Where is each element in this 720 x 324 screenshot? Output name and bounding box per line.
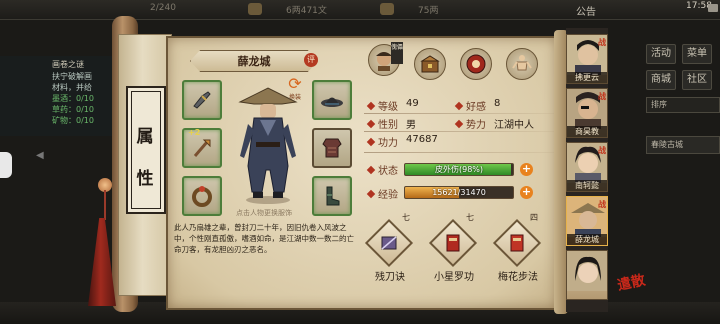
gold-text: 75两 bbox=[418, 6, 439, 16]
quest-title: 画卷之谜 bbox=[52, 60, 84, 69]
faction-label: 势力 bbox=[466, 120, 486, 131]
skill-level: 七 bbox=[402, 213, 410, 222]
armor-icon bbox=[322, 138, 342, 158]
money-text: 6两471文 bbox=[286, 6, 327, 16]
battle-mark: 战 bbox=[598, 38, 606, 47]
enhance-badge: +2 bbox=[188, 128, 201, 137]
quest-line: 材料，并给 bbox=[52, 83, 92, 92]
level-value: 49 bbox=[406, 98, 419, 109]
skill-name: 残刀诀 bbox=[375, 272, 405, 283]
ring-icon bbox=[192, 186, 212, 207]
taiji-icon bbox=[466, 54, 486, 74]
hat-slot[interactable] bbox=[312, 80, 352, 120]
qq-icon[interactable] bbox=[0, 152, 12, 178]
announcement-button[interactable]: 公告 bbox=[576, 3, 596, 18]
body-training-button[interactable] bbox=[506, 48, 538, 80]
community-button[interactable]: 社区 bbox=[682, 70, 712, 90]
health-state-bar: 皮外伤(98%) bbox=[404, 163, 514, 176]
body-icon bbox=[512, 55, 532, 71]
rate-button[interactable]: 评 bbox=[304, 53, 318, 67]
skill-blade-button[interactable] bbox=[372, 226, 406, 260]
location-button[interactable]: 春陵古城 bbox=[646, 136, 720, 154]
tab-char: 性 bbox=[136, 169, 154, 189]
gender-label: 性别 bbox=[378, 120, 398, 131]
health-state-text: 皮外伤(98%) bbox=[434, 165, 484, 174]
armor-slot[interactable] bbox=[312, 128, 352, 168]
tab-char: 属 bbox=[136, 127, 154, 147]
battle-mark: 战 bbox=[598, 92, 606, 101]
battery-icon bbox=[708, 4, 718, 12]
gender-value: 男 bbox=[406, 120, 416, 131]
exp-bar: 15621/31470 bbox=[404, 186, 514, 199]
favor-label: 好感 bbox=[466, 102, 486, 113]
roster-name: 薛龙城 bbox=[567, 234, 607, 245]
puppet-tag: 傀儡 bbox=[391, 42, 403, 64]
level-label: 等级 bbox=[378, 102, 398, 113]
boots-icon bbox=[326, 186, 340, 206]
roster-card[interactable]: 战 南轲懿 bbox=[566, 142, 608, 192]
gold-icon bbox=[380, 3, 394, 15]
chest-icon bbox=[420, 55, 440, 73]
skill-level: 七 bbox=[466, 213, 474, 222]
hat-icon bbox=[321, 97, 343, 107]
exp-label: 经验 bbox=[378, 190, 398, 201]
exp-text: 15621/31470 bbox=[432, 188, 486, 197]
sort-label: 排序 bbox=[651, 100, 667, 109]
red-book-icon bbox=[510, 234, 524, 252]
skill-name: 梅花步法 bbox=[498, 272, 538, 283]
heal-plus-button[interactable]: + bbox=[520, 163, 533, 176]
roster-name: 拂更云 bbox=[567, 72, 607, 83]
menu-button[interactable]: 菜单 bbox=[682, 44, 712, 64]
roster-name: 商昊教 bbox=[567, 126, 607, 137]
portrait-icon bbox=[567, 251, 607, 291]
sort-dropdown[interactable]: 排序 bbox=[646, 97, 720, 113]
battle-mark: 战 bbox=[598, 200, 606, 209]
accessory-slot[interactable]: +2 bbox=[182, 128, 222, 168]
character-name: 薛龙城 bbox=[237, 55, 271, 68]
favor-value: 8 bbox=[494, 98, 501, 109]
power-value: 47687 bbox=[406, 134, 438, 145]
weapon-slot[interactable] bbox=[182, 80, 222, 120]
skill-star-button[interactable] bbox=[436, 226, 470, 260]
collapse-arrow-icon[interactable]: ◀ bbox=[36, 150, 44, 161]
roster-name: 南轲懿 bbox=[567, 180, 607, 191]
quest-line: 草药：0/10 bbox=[52, 105, 94, 114]
red-book-icon bbox=[446, 234, 460, 252]
character-description: 此人乃扇雄之辈，曾封刀二十年，因旧仇卷入风波之中，个性刚直孤傲，嗜酒如命，是江湖… bbox=[174, 223, 354, 254]
activity-button[interactable]: 活动 bbox=[646, 44, 676, 64]
skill-plum-button[interactable] bbox=[500, 226, 534, 260]
faction-value: 江湖中人 bbox=[494, 120, 534, 131]
quest-line: 扶宁破解画 bbox=[52, 72, 92, 81]
quest-line: 矿物：0/10 bbox=[52, 116, 94, 125]
shop-button[interactable]: 商城 bbox=[646, 70, 676, 90]
meridian-button[interactable] bbox=[460, 48, 492, 80]
roster-card-selected[interactable]: 战 薛龙城 bbox=[566, 196, 608, 246]
gift-box-button[interactable] bbox=[414, 48, 446, 80]
roster-card[interactable]: 战 商昊教 bbox=[566, 88, 608, 138]
top-status-bar: 2/240 6两471文 75两 公告 17:58 bbox=[0, 0, 720, 20]
change-outfit-hint: 点击人物更换服饰 bbox=[236, 209, 292, 217]
character-model[interactable] bbox=[226, 80, 310, 206]
battle-mark: 战 bbox=[598, 146, 606, 155]
gauntlet-icon bbox=[193, 91, 211, 109]
quest-line: 墨酒：0/10 bbox=[52, 94, 94, 103]
roster-card[interactable] bbox=[566, 250, 608, 300]
capacity-text: 2/240 bbox=[150, 3, 176, 13]
power-label: 功力 bbox=[378, 138, 398, 149]
state-label: 状态 bbox=[378, 166, 398, 177]
dismiss-button[interactable]: 遣散 bbox=[615, 269, 650, 303]
skill-name: 小星罗功 bbox=[434, 272, 474, 283]
exp-plus-button[interactable]: + bbox=[520, 186, 533, 199]
city-label: 春陵古城 bbox=[651, 140, 683, 149]
tool-icon bbox=[193, 139, 211, 157]
roster-card[interactable]: 战 拂更云 bbox=[566, 34, 608, 84]
coin-icon bbox=[248, 3, 262, 15]
skill-level: 四 bbox=[530, 213, 538, 222]
blade-scroll-icon bbox=[381, 236, 397, 250]
attribute-tab[interactable]: 属 性 bbox=[126, 86, 166, 214]
